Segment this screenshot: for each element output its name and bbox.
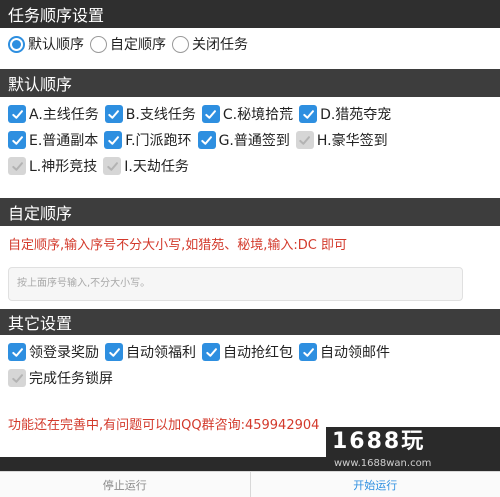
checkbox-auto-red-packet[interactable]: 自动抢红包 (202, 342, 293, 362)
radio-unselected-icon (172, 36, 189, 53)
checkbox-unchecked-icon (103, 157, 121, 175)
checkbox-label: H.豪华签到 (317, 130, 388, 150)
stop-button[interactable]: 停止运行 (0, 472, 251, 497)
section-header-task-order: 任务顺序设置 (0, 0, 500, 28)
radio-custom-order[interactable]: 自定顺序 (90, 34, 166, 54)
checkbox-task-h[interactable]: H.豪华签到 (296, 130, 388, 150)
checkbox-checked-icon (198, 131, 216, 149)
section-title: 任务顺序设置 (8, 2, 104, 26)
checkbox-label: 自动领福利 (126, 342, 196, 362)
other-settings-row-2: 完成任务锁屏 (8, 368, 119, 388)
checkbox-auto-mail[interactable]: 自动领邮件 (299, 342, 390, 362)
custom-order-hint: 自定顺序,输入序号不分大小写,如猎苑、秘境,输入:DC 即可 (8, 234, 347, 253)
checkbox-task-b[interactable]: B.支线任务 (105, 104, 196, 124)
checkbox-task-a[interactable]: A.主线任务 (8, 104, 99, 124)
checkbox-login-reward[interactable]: 领登录奖励 (8, 342, 99, 362)
section-header-default-order: 默认顺序 (0, 69, 500, 97)
checkbox-label: G.普通签到 (219, 130, 290, 150)
checkbox-label: L.神形竞技 (29, 156, 97, 176)
section-header-other-settings: 其它设置 (0, 309, 500, 335)
checkbox-label: F.门派跑环 (125, 130, 191, 150)
support-notice: 功能还在完善中,有问题可以加QQ群咨询:459942904 (8, 414, 319, 433)
checkbox-label: C.秘境拾荒 (223, 104, 293, 124)
radio-label: 自定顺序 (110, 34, 166, 54)
other-settings-row-1: 领登录奖励 自动领福利 自动抢红包 自动领邮件 (8, 342, 396, 362)
mode-radio-group: 默认顺序 自定顺序 关闭任务 (8, 34, 254, 54)
checkbox-label: 自动领邮件 (320, 342, 390, 362)
section-title: 默认顺序 (8, 71, 72, 95)
checkbox-auto-welfare[interactable]: 自动领福利 (105, 342, 196, 362)
checkbox-checked-icon (202, 343, 220, 361)
checkbox-checked-icon (8, 105, 26, 123)
checkbox-label: 自动抢红包 (223, 342, 293, 362)
checkbox-checked-icon (105, 343, 123, 361)
radio-label: 关闭任务 (192, 34, 248, 54)
radio-selected-icon (8, 36, 25, 53)
checkbox-unchecked-icon (296, 131, 314, 149)
checkbox-label: I.天劫任务 (124, 156, 189, 176)
section-title: 其它设置 (8, 310, 72, 334)
checkbox-unchecked-icon (8, 369, 26, 387)
bottom-action-bar: 停止运行 开始运行 (0, 471, 500, 497)
radio-label: 默认顺序 (28, 34, 84, 54)
checkbox-checked-icon (299, 105, 317, 123)
checkbox-label: A.主线任务 (29, 104, 99, 124)
radio-default-order[interactable]: 默认顺序 (8, 34, 84, 54)
checkbox-label: E.普通副本 (29, 130, 98, 150)
watermark-logo: 1688玩 (326, 427, 500, 457)
default-task-row-1: A.主线任务 B.支线任务 C.秘境拾荒 D.猎苑夺宠 (8, 104, 397, 124)
checkbox-task-g[interactable]: G.普通签到 (198, 130, 290, 150)
section-title: 自定顺序 (8, 200, 72, 224)
checkbox-checked-icon (105, 105, 123, 123)
section-header-custom-order: 自定顺序 (0, 198, 500, 226)
custom-order-input[interactable]: 按上面序号输入,不分大小写。 (8, 267, 463, 301)
checkbox-checked-icon (8, 131, 26, 149)
checkbox-unchecked-icon (8, 157, 26, 175)
checkbox-task-d[interactable]: D.猎苑夺宠 (299, 104, 391, 124)
checkbox-label: B.支线任务 (126, 104, 196, 124)
default-task-row-2: E.普通副本 F.门派跑环 G.普通签到 H.豪华签到 (8, 130, 394, 150)
checkbox-task-i[interactable]: I.天劫任务 (103, 156, 189, 176)
checkbox-task-f[interactable]: F.门派跑环 (104, 130, 191, 150)
watermark-url: www.1688wan.com (334, 458, 431, 469)
radio-unselected-icon (90, 36, 107, 53)
checkbox-label: 完成任务锁屏 (29, 368, 113, 388)
checkbox-task-e[interactable]: E.普通副本 (8, 130, 98, 150)
checkbox-checked-icon (8, 343, 26, 361)
checkbox-checked-icon (299, 343, 317, 361)
checkbox-label: D.猎苑夺宠 (320, 104, 391, 124)
checkbox-task-c[interactable]: C.秘境拾荒 (202, 104, 293, 124)
default-task-row-3: L.神形竞技 I.天劫任务 (8, 156, 195, 176)
watermark-logo-text: 1688玩 (332, 429, 425, 454)
checkbox-lock-screen[interactable]: 完成任务锁屏 (8, 368, 113, 388)
radio-close-task[interactable]: 关闭任务 (172, 34, 248, 54)
checkbox-label: 领登录奖励 (29, 342, 99, 362)
checkbox-checked-icon (104, 131, 122, 149)
watermark-strip: www.1688wan.com (0, 457, 500, 471)
checkbox-task-l[interactable]: L.神形竞技 (8, 156, 97, 176)
start-button[interactable]: 开始运行 (251, 472, 500, 497)
checkbox-checked-icon (202, 105, 220, 123)
